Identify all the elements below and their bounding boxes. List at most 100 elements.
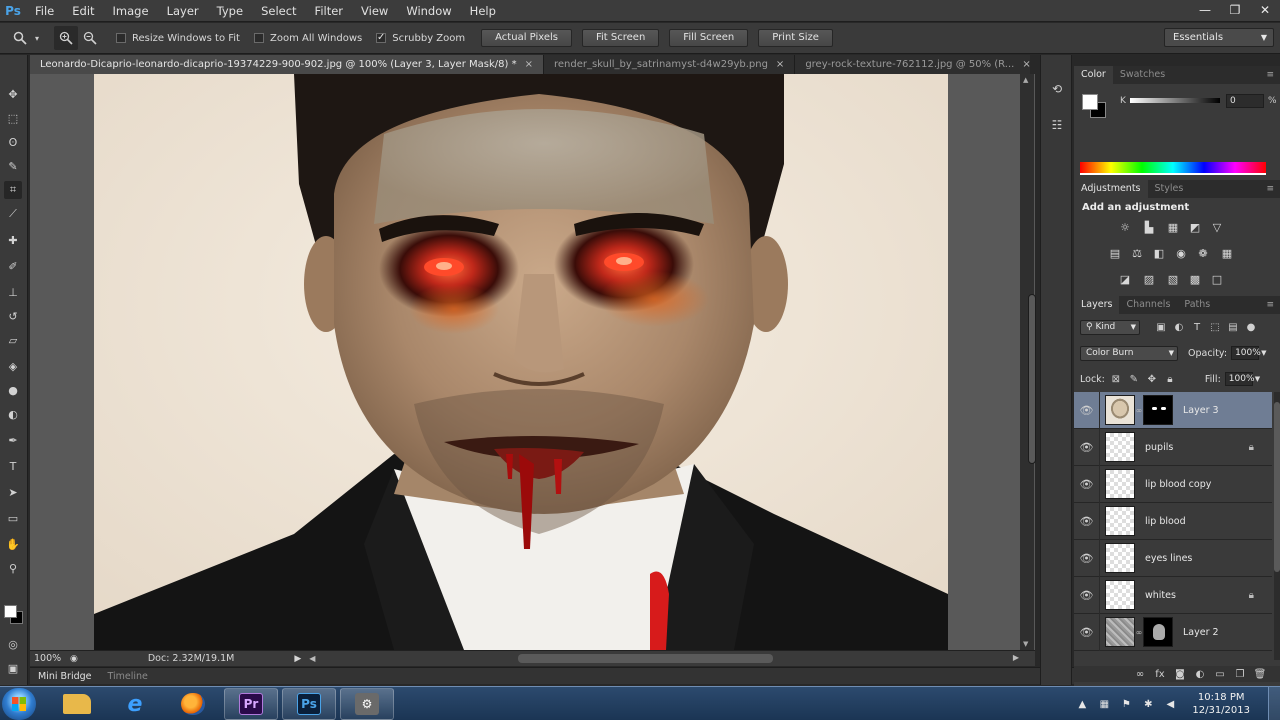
- foreground-color-swatch[interactable]: [4, 605, 17, 618]
- layer-thumbnail[interactable]: [1105, 580, 1135, 610]
- vertical-scrollbar[interactable]: ▲ ▼: [1020, 74, 1036, 650]
- layer-thumbnail[interactable]: [1105, 506, 1135, 536]
- zoom-all-windows-checkbox[interactable]: Zoom All Windows: [253, 33, 362, 44]
- color-spectrum-ramp[interactable]: [1080, 162, 1266, 175]
- minimize-button[interactable]: —: [1190, 0, 1220, 20]
- rectangle-tool-icon[interactable]: ▭: [4, 509, 22, 527]
- lock-transparent-icon[interactable]: ⊠: [1109, 372, 1123, 386]
- layer-row-lip-blood[interactable]: 👁︎ lip blood: [1074, 502, 1272, 540]
- tab-color[interactable]: Color: [1074, 66, 1113, 84]
- new-adjustment-layer-icon[interactable]: ◐: [1190, 669, 1210, 680]
- action-center-icon[interactable]: ⚑: [1118, 699, 1134, 710]
- zoom-all-windows-box[interactable]: [253, 33, 264, 43]
- dodge-tool-icon[interactable]: ◐: [4, 405, 22, 423]
- layer-thumbnail[interactable]: [1105, 432, 1135, 462]
- zoom-tool-icon[interactable]: [8, 26, 32, 50]
- chevron-down-icon[interactable]: ▼: [1255, 375, 1260, 383]
- tab-skull[interactable]: render_skull_by_satrinamyst-d4w29yb.png …: [544, 55, 796, 74]
- layer-name[interactable]: lip blood copy: [1145, 479, 1211, 490]
- volume-icon[interactable]: ◀: [1162, 699, 1178, 710]
- exposure-icon[interactable]: ◩: [1188, 220, 1202, 234]
- lock-image-icon[interactable]: ✎: [1127, 372, 1141, 386]
- scroll-left-icon[interactable]: ◀: [309, 654, 315, 663]
- properties-panel-icon[interactable]: ☷: [1049, 117, 1065, 133]
- shape-filter-icon[interactable]: ⬚: [1208, 320, 1222, 334]
- k-channel-value[interactable]: 0: [1226, 94, 1264, 108]
- panel-menu-icon[interactable]: ≡: [1266, 70, 1274, 80]
- smart-object-filter-icon[interactable]: ▤: [1226, 320, 1240, 334]
- tab-timeline[interactable]: Timeline: [99, 668, 155, 685]
- photo-filter-icon[interactable]: ◉: [1174, 246, 1188, 260]
- posterize-icon[interactable]: ▨: [1142, 272, 1156, 286]
- layer-thumbnail[interactable]: [1105, 617, 1135, 647]
- panel-menu-icon[interactable]: ≡: [1266, 300, 1274, 310]
- menu-view[interactable]: View: [352, 0, 397, 22]
- bluetooth-icon[interactable]: ✱: [1140, 699, 1156, 710]
- history-panel-icon[interactable]: ⟲: [1049, 81, 1065, 97]
- layer-row-whites[interactable]: 👁︎ whites 🔒︎: [1074, 576, 1272, 614]
- scrubby-zoom-checkbox[interactable]: ✓ Scrubby Zoom: [376, 33, 465, 44]
- tab-paths[interactable]: Paths: [1177, 296, 1217, 314]
- layer-thumbnail[interactable]: [1105, 543, 1135, 573]
- menu-file[interactable]: File: [26, 0, 63, 22]
- layer-name[interactable]: Layer 2: [1183, 627, 1219, 638]
- taskbar-firefox[interactable]: [166, 688, 220, 720]
- zoom-options-icon[interactable]: ◉: [70, 654, 78, 664]
- layers-scroll-thumb[interactable]: [1274, 402, 1280, 572]
- menu-filter[interactable]: Filter: [306, 0, 352, 22]
- levels-icon[interactable]: ▙: [1142, 220, 1156, 234]
- scroll-down-icon[interactable]: ▼: [1023, 640, 1028, 648]
- visibility-eye-icon[interactable]: 👁︎: [1074, 465, 1100, 503]
- show-hidden-icons-icon[interactable]: ▲: [1074, 699, 1090, 710]
- menu-window[interactable]: Window: [397, 0, 460, 22]
- lasso-tool-icon[interactable]: ʘ: [4, 133, 22, 151]
- visibility-eye-icon[interactable]: 👁︎: [1074, 613, 1100, 651]
- color-balance-icon[interactable]: ⚖: [1130, 246, 1144, 260]
- filter-toggle-icon[interactable]: ●: [1244, 320, 1258, 334]
- close-icon[interactable]: ×: [525, 55, 533, 74]
- eraser-tool-icon[interactable]: ▱: [4, 331, 22, 349]
- blend-mode-select[interactable]: Color Burn ▼: [1080, 345, 1178, 361]
- menu-select[interactable]: Select: [252, 0, 305, 22]
- tab-rock-texture[interactable]: grey-rock-texture-762112.jpg @ 50% (R...…: [795, 55, 1042, 74]
- start-button[interactable]: [2, 688, 36, 720]
- pen-tool-icon[interactable]: ✒: [4, 431, 22, 449]
- eyedropper-tool-icon[interactable]: ⟋: [4, 205, 22, 223]
- history-brush-tool-icon[interactable]: ↺: [4, 307, 22, 325]
- menu-layer[interactable]: Layer: [158, 0, 208, 22]
- selective-color-icon[interactable]: □: [1210, 272, 1224, 286]
- menu-image[interactable]: Image: [104, 0, 158, 22]
- print-size-button[interactable]: Print Size: [758, 29, 833, 47]
- canvas-area[interactable]: [30, 74, 1035, 650]
- healing-brush-tool-icon[interactable]: ✚: [4, 231, 22, 249]
- link-icon[interactable]: ∞: [1135, 406, 1143, 415]
- layer-thumbnail[interactable]: [1105, 395, 1135, 425]
- panel-menu-icon[interactable]: ≡: [1266, 184, 1274, 194]
- vertical-scroll-thumb[interactable]: [1028, 294, 1036, 464]
- invert-icon[interactable]: ◪: [1118, 272, 1132, 286]
- resize-windows-checkbox[interactable]: Resize Windows to Fit: [116, 33, 240, 44]
- fit-screen-button[interactable]: Fit Screen: [582, 29, 660, 47]
- layer-row-eyes-lines[interactable]: 👁︎ eyes lines: [1074, 539, 1272, 577]
- lock-all-icon[interactable]: 🔒︎: [1163, 372, 1177, 386]
- brightness-contrast-icon[interactable]: ☼: [1118, 220, 1132, 234]
- layer-kind-filter[interactable]: ⚲ Kind ▼: [1080, 319, 1140, 335]
- foreground-color-chip[interactable]: [1082, 94, 1098, 110]
- paint-bucket-tool-icon[interactable]: ◈: [4, 357, 22, 375]
- layer-name[interactable]: lip blood: [1145, 516, 1186, 527]
- close-icon[interactable]: ×: [1022, 55, 1030, 74]
- menu-type[interactable]: Type: [208, 0, 252, 22]
- tab-leonardo[interactable]: Leonardo-Dicaprio-leonardo-dicaprio-1937…: [30, 55, 544, 74]
- clock[interactable]: 10:18 PM 12/31/2013: [1192, 691, 1250, 717]
- color-lookup-icon[interactable]: ▦: [1220, 246, 1234, 260]
- layers-scrollbar[interactable]: [1274, 392, 1280, 660]
- new-layer-icon[interactable]: ❐: [1230, 669, 1250, 680]
- layer-row-layer-2[interactable]: 👁︎ ∞ Layer 2: [1074, 613, 1272, 651]
- tab-adjustments[interactable]: Adjustments: [1074, 180, 1148, 198]
- quick-select-tool-icon[interactable]: ✎: [4, 157, 22, 175]
- add-mask-icon[interactable]: ◙: [1170, 669, 1190, 680]
- link-layers-icon[interactable]: ∞: [1130, 669, 1150, 680]
- tab-channels[interactable]: Channels: [1119, 296, 1177, 314]
- zoom-tool-icon[interactable]: ⚲: [4, 559, 22, 577]
- blur-tool-icon[interactable]: ●: [4, 381, 22, 399]
